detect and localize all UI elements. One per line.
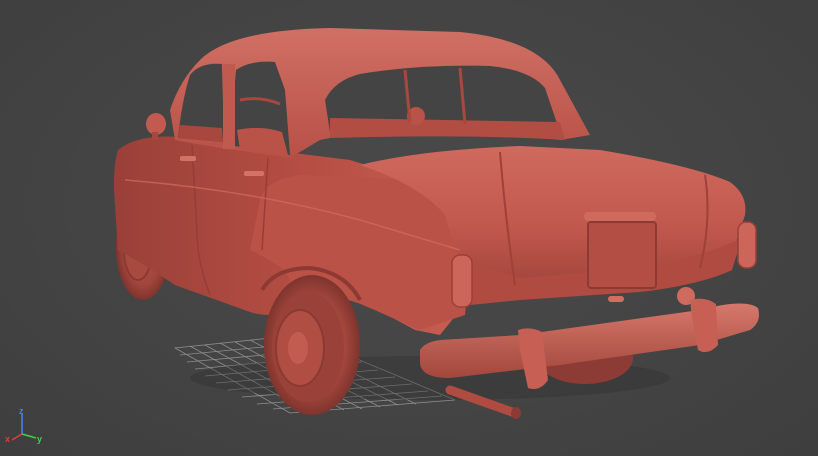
x-axis-line (11, 433, 23, 441)
z-axis-label: z (19, 408, 24, 416)
axis-gizmo: z x y (4, 406, 48, 444)
y-axis-label: y (37, 434, 42, 444)
x-axis-label: x (5, 434, 10, 444)
3d-viewport[interactable]: z x y (0, 0, 818, 456)
axis-gizmo-graphic: z x y (5, 406, 42, 444)
front-door-handle[interactable] (180, 156, 196, 161)
tail-light-right (737, 221, 757, 269)
rear-door-handle[interactable] (244, 171, 264, 176)
y-axis-line (21, 433, 37, 439)
tail-light-left (451, 254, 473, 308)
car-model[interactable] (114, 28, 759, 419)
license-plate (587, 221, 657, 289)
viewport-scene[interactable] (0, 0, 818, 456)
side-mirror[interactable] (146, 113, 166, 135)
plate-light (584, 212, 656, 221)
trunk-badge (608, 296, 624, 302)
b-pillar (223, 64, 235, 149)
